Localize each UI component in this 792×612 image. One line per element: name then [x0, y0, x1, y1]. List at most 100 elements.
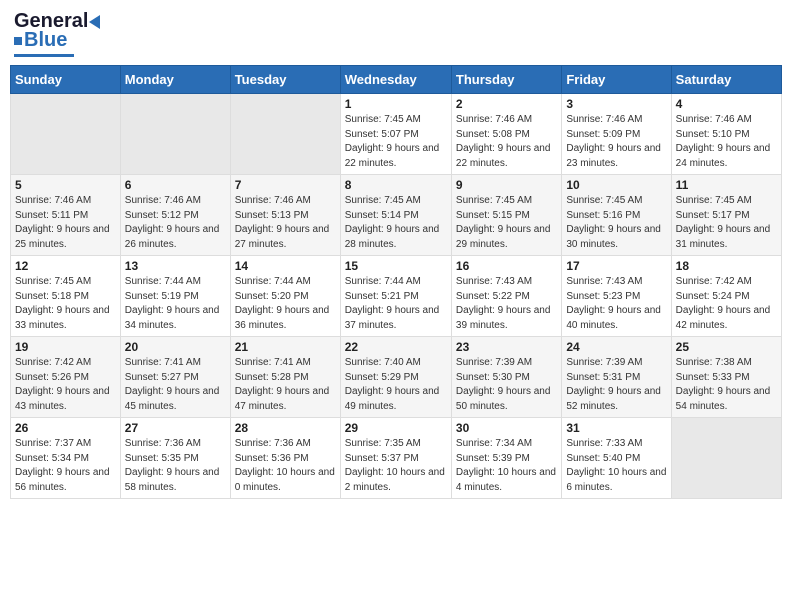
day-cell: 9Sunrise: 7:45 AMSunset: 5:15 PMDaylight…: [451, 175, 561, 256]
day-number: 29: [345, 421, 447, 435]
logo: General Blue: [14, 10, 101, 57]
day-cell: 23 Sunrise: 7:39 AMSunset: 5:30 PMDayligh…: [451, 337, 561, 418]
day-cell: 13Sunrise: 7:44 AMSunset: 5:19 PMDayligh…: [120, 256, 230, 337]
day-cell: 20 Sunrise: 7:41 AMSunset: 5:27 PMDayligh…: [120, 337, 230, 418]
calendar-table: SundayMondayTuesdayWednesdayThursdayFrid…: [10, 65, 782, 499]
day-cell: 25 Sunrise: 7:38 AMSunset: 5:33 PMDayligh…: [671, 337, 781, 418]
day-number: 21: [235, 340, 336, 354]
day-detail: Sunrise: 7:36 AMSunset: 5:36 PMDaylight:…: [235, 437, 336, 495]
weekday-header-friday: Friday: [562, 66, 671, 94]
day-detail: Sunrise: 7:39 AMSunset: 5:31 PMDaylight:…: [566, 356, 666, 414]
day-number: 8: [345, 178, 447, 192]
weekday-header-sunday: Sunday: [11, 66, 121, 94]
weekday-header-monday: Monday: [120, 66, 230, 94]
logo-square-icon: [14, 37, 22, 45]
day-detail: Sunrise: 7:34 AMSunset: 5:39 PMDaylight:…: [456, 437, 557, 495]
day-number: 23: [456, 340, 557, 354]
day-number: 18: [676, 259, 777, 273]
day-number: 3: [566, 97, 666, 111]
day-detail: Sunrise: 7:42 AMSunset: 5:24 PMDaylight:…: [676, 275, 777, 333]
day-detail: Sunrise: 7:46 AMSunset: 5:13 PMDaylight:…: [235, 194, 336, 252]
day-detail: Sunrise: 7:33 AMSunset: 5:40 PMDaylight:…: [566, 437, 666, 495]
day-detail: Sunrise: 7:45 AMSunset: 5:17 PMDaylight:…: [676, 194, 777, 252]
day-detail: Sunrise: 7:36 AMSunset: 5:35 PMDaylight:…: [125, 437, 226, 495]
week-row-2: 5 Sunrise: 7:46 AMSunset: 5:11 PMDaylight…: [11, 175, 782, 256]
weekday-header-saturday: Saturday: [671, 66, 781, 94]
day-number: 16: [456, 259, 557, 273]
day-detail: Sunrise: 7:45 AMSunset: 5:18 PMDaylight:…: [15, 275, 116, 333]
day-detail: Sunrise: 7:45 AMSunset: 5:07 PMDaylight:…: [345, 113, 447, 171]
day-number: 19: [15, 340, 116, 354]
day-cell: [11, 94, 121, 175]
day-number: 22: [345, 340, 447, 354]
logo-triangle-icon: [89, 15, 100, 29]
day-number: 4: [676, 97, 777, 111]
day-number: 17: [566, 259, 666, 273]
day-cell: 8 Sunrise: 7:45 AMSunset: 5:14 PMDaylight…: [340, 175, 451, 256]
day-cell: 14 Sunrise: 7:44 AMSunset: 5:20 PMDayligh…: [230, 256, 340, 337]
day-number: 28: [235, 421, 336, 435]
day-cell: 28 Sunrise: 7:36 AMSunset: 5:36 PMDayligh…: [230, 418, 340, 499]
weekday-header-wednesday: Wednesday: [340, 66, 451, 94]
day-number: 1: [345, 97, 447, 111]
week-row-5: 26 Sunrise: 7:37 AMSunset: 5:34 PMDayligh…: [11, 418, 782, 499]
day-detail: Sunrise: 7:46 AMSunset: 5:09 PMDaylight:…: [566, 113, 666, 171]
day-detail: Sunrise: 7:46 AMSunset: 5:08 PMDaylight:…: [456, 113, 557, 171]
day-detail: Sunrise: 7:38 AMSunset: 5:33 PMDaylight:…: [676, 356, 777, 414]
day-number: 13: [125, 259, 226, 273]
day-cell: 17 Sunrise: 7:43 AMSunset: 5:23 PMDayligh…: [562, 256, 671, 337]
day-detail: Sunrise: 7:46 AMSunset: 5:12 PMDaylight:…: [125, 194, 226, 252]
day-number: 10: [566, 178, 666, 192]
day-number: 26: [15, 421, 116, 435]
day-number: 15: [345, 259, 447, 273]
page: General Blue SundayMondayTuesdayWednesda…: [0, 0, 792, 509]
day-number: 27: [125, 421, 226, 435]
day-cell: 10Sunrise: 7:45 AMSunset: 5:16 PMDayligh…: [562, 175, 671, 256]
day-detail: Sunrise: 7:42 AMSunset: 5:26 PMDaylight:…: [15, 356, 116, 414]
day-detail: Sunrise: 7:43 AMSunset: 5:23 PMDaylight:…: [566, 275, 666, 333]
day-detail: Sunrise: 7:43 AMSunset: 5:22 PMDaylight:…: [456, 275, 557, 333]
day-cell: 16 Sunrise: 7:43 AMSunset: 5:22 PMDayligh…: [451, 256, 561, 337]
day-cell: 29Sunrise: 7:35 AMSunset: 5:37 PMDayligh…: [340, 418, 451, 499]
day-cell: 27 Sunrise: 7:36 AMSunset: 5:35 PMDayligh…: [120, 418, 230, 499]
day-detail: Sunrise: 7:46 AMSunset: 5:11 PMDaylight:…: [15, 194, 116, 252]
day-number: 31: [566, 421, 666, 435]
day-number: 6: [125, 178, 226, 192]
logo-blue-text: Blue: [24, 29, 67, 52]
day-detail: Sunrise: 7:39 AMSunset: 5:30 PMDaylight:…: [456, 356, 557, 414]
week-row-4: 19 Sunrise: 7:42 AMSunset: 5:26 PMDayligh…: [11, 337, 782, 418]
day-cell: 7 Sunrise: 7:46 AMSunset: 5:13 PMDaylight…: [230, 175, 340, 256]
day-cell: 31 Sunrise: 7:33 AMSunset: 5:40 PMDayligh…: [562, 418, 671, 499]
day-number: 9: [456, 178, 557, 192]
day-detail: Sunrise: 7:44 AMSunset: 5:20 PMDaylight:…: [235, 275, 336, 333]
day-cell: 19 Sunrise: 7:42 AMSunset: 5:26 PMDayligh…: [11, 337, 121, 418]
day-cell: 15 Sunrise: 7:44 AMSunset: 5:21 PMDayligh…: [340, 256, 451, 337]
day-cell: 11 Sunrise: 7:45 AMSunset: 5:17 PMDayligh…: [671, 175, 781, 256]
day-cell: 1 Sunrise: 7:45 AMSunset: 5:07 PMDaylight…: [340, 94, 451, 175]
week-row-1: 1 Sunrise: 7:45 AMSunset: 5:07 PMDaylight…: [11, 94, 782, 175]
day-detail: Sunrise: 7:44 AMSunset: 5:21 PMDaylight:…: [345, 275, 447, 333]
day-number: 11: [676, 178, 777, 192]
day-cell: 4 Sunrise: 7:46 AMSunset: 5:10 PMDaylight…: [671, 94, 781, 175]
week-row-3: 12Sunrise: 7:45 AMSunset: 5:18 PMDayligh…: [11, 256, 782, 337]
day-number: 5: [15, 178, 116, 192]
day-cell: 12Sunrise: 7:45 AMSunset: 5:18 PMDayligh…: [11, 256, 121, 337]
weekday-header-tuesday: Tuesday: [230, 66, 340, 94]
day-number: 7: [235, 178, 336, 192]
day-detail: Sunrise: 7:45 AMSunset: 5:14 PMDaylight:…: [345, 194, 447, 252]
day-cell: 30 Sunrise: 7:34 AMSunset: 5:39 PMDayligh…: [451, 418, 561, 499]
day-number: 20: [125, 340, 226, 354]
day-number: 14: [235, 259, 336, 273]
day-detail: Sunrise: 7:46 AMSunset: 5:10 PMDaylight:…: [676, 113, 777, 171]
day-cell: 18 Sunrise: 7:42 AMSunset: 5:24 PMDayligh…: [671, 256, 781, 337]
day-number: 2: [456, 97, 557, 111]
day-detail: Sunrise: 7:37 AMSunset: 5:34 PMDaylight:…: [15, 437, 116, 495]
day-number: 25: [676, 340, 777, 354]
weekday-header-row: SundayMondayTuesdayWednesdayThursdayFrid…: [11, 66, 782, 94]
logo-underline: [14, 54, 74, 57]
day-detail: Sunrise: 7:41 AMSunset: 5:27 PMDaylight:…: [125, 356, 226, 414]
day-detail: Sunrise: 7:41 AMSunset: 5:28 PMDaylight:…: [235, 356, 336, 414]
day-number: 30: [456, 421, 557, 435]
day-cell: 22Sunrise: 7:40 AMSunset: 5:29 PMDayligh…: [340, 337, 451, 418]
weekday-header-thursday: Thursday: [451, 66, 561, 94]
